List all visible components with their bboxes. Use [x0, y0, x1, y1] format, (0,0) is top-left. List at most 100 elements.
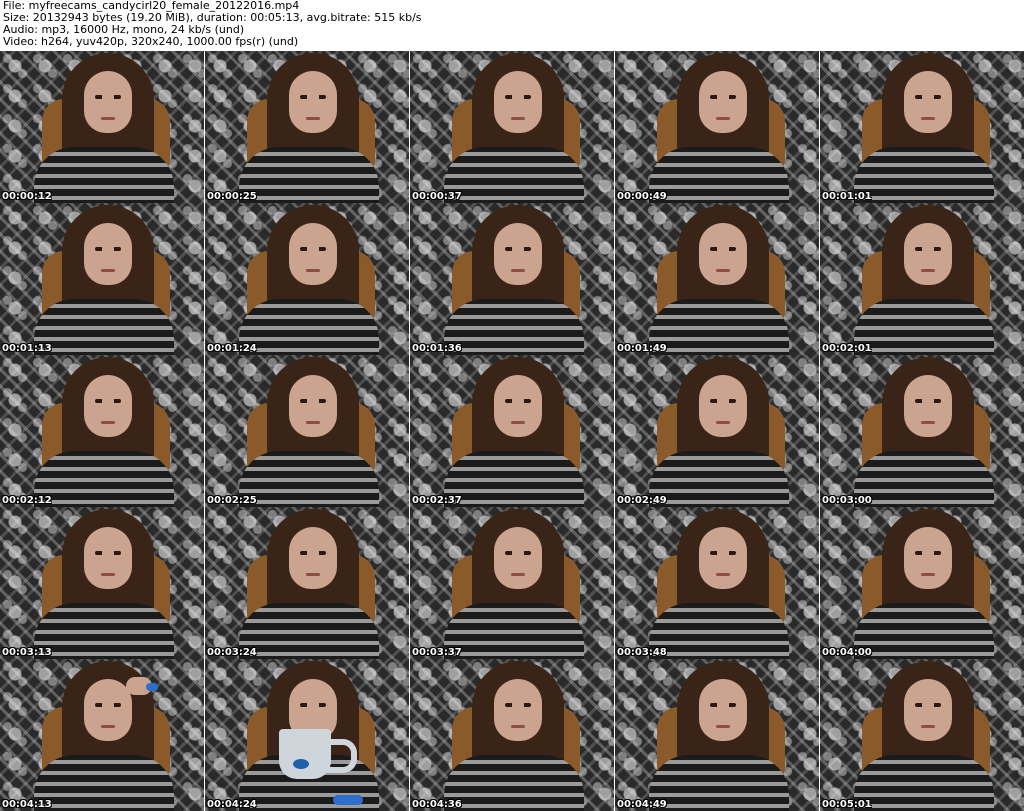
face-shape	[494, 679, 542, 741]
eyes-shape	[95, 551, 121, 555]
eyes-shape	[710, 399, 736, 403]
face-shape	[494, 527, 542, 589]
striped-shirt	[649, 755, 789, 811]
thumbnail-frame: 00:04:13	[0, 659, 204, 811]
striped-shirt	[444, 451, 584, 507]
mouth-shape	[306, 117, 320, 120]
striped-shirt	[239, 147, 379, 203]
file-info-header: File: myfreecams_candycirl20_female_2012…	[3, 0, 1021, 50]
timestamp-label: 00:01:36	[412, 343, 462, 354]
striped-shirt	[854, 603, 994, 659]
timestamp-label: 00:02:37	[412, 495, 462, 506]
face-shape	[84, 527, 132, 589]
timestamp-label: 00:03:00	[822, 495, 872, 506]
thumbnail-frame: 00:04:36	[410, 659, 614, 811]
face-shape	[699, 679, 747, 741]
timestamp-label: 00:01:13	[2, 343, 52, 354]
timestamp-label: 00:02:25	[207, 495, 257, 506]
thumbnail-frame: 00:02:37	[410, 355, 614, 507]
mouth-shape	[716, 421, 730, 424]
eyes-shape	[300, 95, 326, 99]
striped-shirt	[854, 755, 994, 811]
striped-shirt	[444, 603, 584, 659]
thumbnail-frame: 00:01:36	[410, 203, 614, 355]
thumbnail-frame: 00:03:24	[205, 507, 409, 659]
thumbnail-frame: 00:03:48	[615, 507, 819, 659]
face-shape	[699, 375, 747, 437]
face-shape	[84, 71, 132, 133]
striped-shirt	[649, 603, 789, 659]
mouth-shape	[101, 269, 115, 272]
mouth-shape	[921, 573, 935, 576]
face-shape	[84, 679, 132, 741]
timestamp-label: 00:00:49	[617, 191, 667, 202]
thumbnail-frame: 00:00:37	[410, 51, 614, 203]
timestamp-label: 00:03:37	[412, 647, 462, 658]
thumbnail-frame: 00:01:24	[205, 203, 409, 355]
mouth-shape	[511, 421, 525, 424]
face-shape	[84, 375, 132, 437]
striped-shirt	[34, 603, 174, 659]
timestamp-label: 00:04:00	[822, 647, 872, 658]
face-shape	[494, 223, 542, 285]
timestamp-label: 00:04:13	[2, 799, 52, 810]
face-shape	[699, 223, 747, 285]
striped-shirt	[34, 147, 174, 203]
thumbnail-frame: 00:02:25	[205, 355, 409, 507]
striped-shirt	[649, 451, 789, 507]
wrist-band	[333, 795, 363, 805]
thumbnail-frame: 00:02:01	[820, 203, 1024, 355]
eyes-shape	[915, 95, 941, 99]
eyes-shape	[710, 95, 736, 99]
thumbnail-frame: 00:03:13	[0, 507, 204, 659]
video-info-line: Video: h264, yuv420p, 320x240, 1000.00 f…	[3, 35, 299, 48]
timestamp-label: 00:03:13	[2, 647, 52, 658]
timestamp-label: 00:04:49	[617, 799, 667, 810]
face-shape	[289, 223, 337, 285]
eyes-shape	[300, 551, 326, 555]
thumbnail-frame: 00:04:24	[205, 659, 409, 811]
striped-shirt	[444, 299, 584, 355]
eyes-shape	[710, 551, 736, 555]
striped-shirt	[444, 755, 584, 811]
striped-shirt	[649, 147, 789, 203]
eyes-shape	[505, 703, 531, 707]
mouth-shape	[511, 573, 525, 576]
mouth-shape	[101, 421, 115, 424]
thumbnail-frame: 00:03:37	[410, 507, 614, 659]
striped-shirt	[854, 299, 994, 355]
striped-shirt	[34, 451, 174, 507]
face-shape	[289, 375, 337, 437]
thumbnail-frame: 00:01:49	[615, 203, 819, 355]
eyes-shape	[915, 247, 941, 251]
timestamp-label: 00:00:37	[412, 191, 462, 202]
timestamp-label: 00:03:48	[617, 647, 667, 658]
eyes-shape	[95, 399, 121, 403]
timestamp-label: 00:02:01	[822, 343, 872, 354]
striped-shirt	[34, 755, 174, 811]
eyes-shape	[300, 703, 326, 707]
eyes-shape	[505, 551, 531, 555]
face-shape	[84, 223, 132, 285]
timestamp-label: 00:01:49	[617, 343, 667, 354]
thumbnail-frame: 00:04:00	[820, 507, 1024, 659]
striped-shirt	[239, 451, 379, 507]
face-shape	[904, 527, 952, 589]
eyes-shape	[710, 247, 736, 251]
timestamp-label: 00:00:25	[207, 191, 257, 202]
thumbnail-frame: 00:04:49	[615, 659, 819, 811]
eyes-shape	[300, 399, 326, 403]
mug-logo	[293, 759, 309, 769]
thumbnail-frame: 00:00:25	[205, 51, 409, 203]
thumbnail-frame: 00:00:12	[0, 51, 204, 203]
mug-handle	[327, 739, 357, 773]
timestamp-label: 00:04:24	[207, 799, 257, 810]
face-shape	[904, 375, 952, 437]
mug-shape	[279, 729, 331, 779]
mouth-shape	[306, 573, 320, 576]
thumbnail-frame: 00:05:01	[820, 659, 1024, 811]
mouth-shape	[716, 117, 730, 120]
mouth-shape	[716, 573, 730, 576]
striped-shirt	[239, 603, 379, 659]
mouth-shape	[921, 117, 935, 120]
